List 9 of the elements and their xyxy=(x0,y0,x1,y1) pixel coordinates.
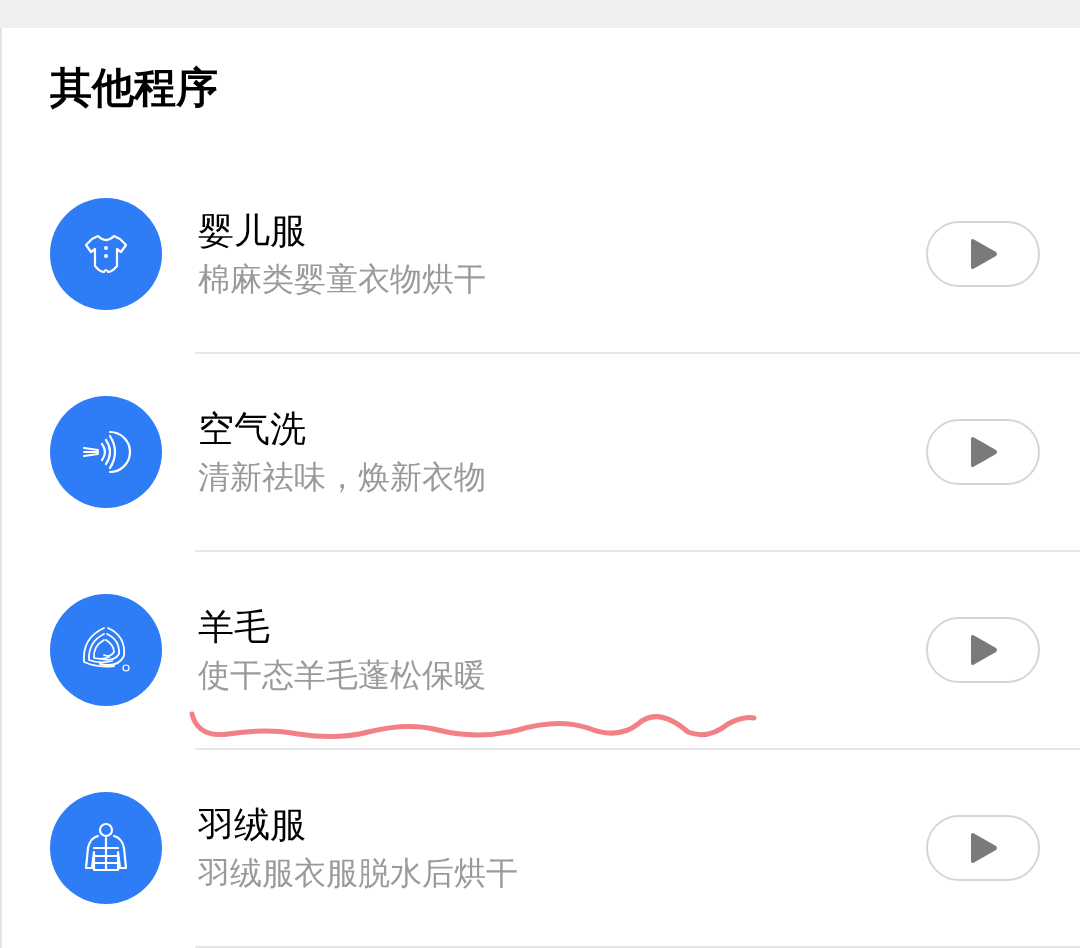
program-description: 使干态羊毛蓬松保暖 xyxy=(198,655,487,696)
section-title: 其他程序 xyxy=(50,63,218,112)
program-description: 羽绒服衣服脱水后烘干 xyxy=(198,853,519,894)
program-description: 清新祛味，焕新衣物 xyxy=(198,457,487,498)
program-name: 羽绒服 xyxy=(198,803,307,847)
program-description: 棉麻类婴童衣物烘干 xyxy=(198,259,487,300)
program-name: 羊毛 xyxy=(198,605,271,649)
program-name: 婴儿服 xyxy=(198,209,307,253)
program-name: 空气洗 xyxy=(198,407,307,451)
